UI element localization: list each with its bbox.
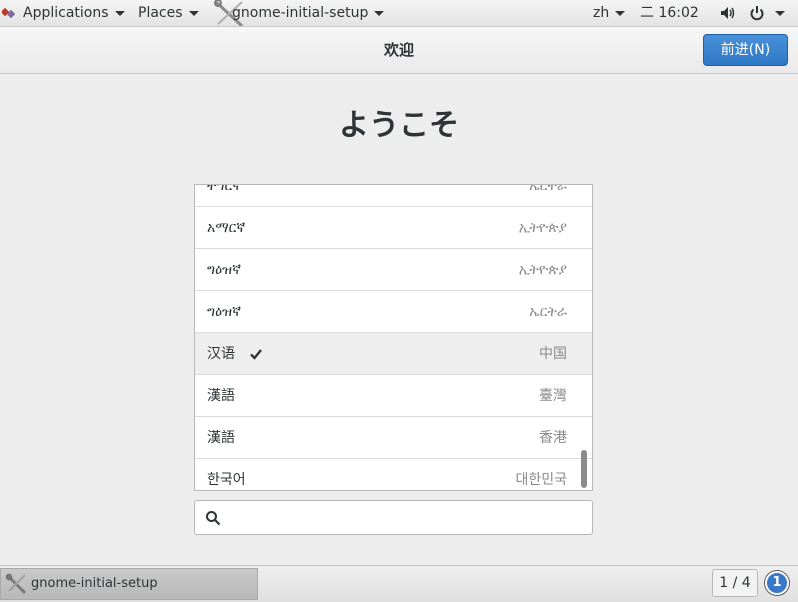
scrollbar-thumb[interactable] xyxy=(581,450,587,488)
language-name: ግዕዝኛ xyxy=(207,304,241,320)
clock[interactable]: 二 16:02 xyxy=(640,0,699,26)
applications-icon xyxy=(2,7,16,19)
language-region: ኢትዮጵያ xyxy=(518,262,567,278)
screen: Applications Places gnome-initial-setup … xyxy=(0,0,798,602)
top-bar: Applications Places gnome-initial-setup … xyxy=(0,0,798,27)
language-row[interactable]: 漢語 香港 xyxy=(195,417,592,459)
workspace-indicator[interactable]: 1 / 4 xyxy=(712,569,758,597)
taskbar-window-button[interactable]: gnome-initial-setup xyxy=(0,568,258,600)
search-input[interactable] xyxy=(229,505,588,532)
header-bar: 欢迎 前进(N) xyxy=(0,27,798,74)
language-region: 香港 xyxy=(539,430,567,446)
applications-menu-label: Applications xyxy=(23,5,109,21)
chevron-down-icon xyxy=(188,10,199,16)
input-method-menu[interactable]: zh xyxy=(593,0,626,26)
page-title: 欢迎 xyxy=(383,41,414,59)
notification-badge[interactable]: 1 xyxy=(765,571,789,595)
language-name: 漢語 xyxy=(207,430,235,446)
clock-label: 二 16:02 xyxy=(640,5,699,21)
language-name: አማርኛ xyxy=(207,220,246,236)
taskbar-window-label: gnome-initial-setup xyxy=(31,576,158,591)
applications-menu[interactable]: Applications xyxy=(23,0,125,26)
language-region: ኤርትራ xyxy=(529,184,567,194)
language-name: 漢語 xyxy=(207,388,235,404)
language-row[interactable]: 汉语 中国 xyxy=(195,333,592,375)
places-menu-label: Places xyxy=(138,5,183,21)
language-row[interactable]: 漢語 臺灣 xyxy=(195,375,592,417)
app-menu-label: gnome-initial-setup xyxy=(232,5,369,21)
language-name: 汉语 xyxy=(207,346,235,362)
volume-icon[interactable] xyxy=(720,5,736,21)
checkmark-icon xyxy=(250,349,262,360)
search-field[interactable] xyxy=(194,500,593,535)
language-region: 中国 xyxy=(539,346,567,362)
language-region: 臺灣 xyxy=(539,388,567,404)
language-name: ትግርኛ xyxy=(207,184,242,194)
places-menu[interactable]: Places xyxy=(138,0,199,26)
language-row[interactable]: ግዕዝኛ ኢትዮጵያ xyxy=(195,249,592,291)
language-row[interactable]: ትግርኛ ኤርትራ xyxy=(195,184,592,207)
power-icon[interactable] xyxy=(749,5,765,21)
language-name: ግዕዝኛ xyxy=(207,262,241,278)
search-icon xyxy=(206,511,221,526)
chevron-down-icon xyxy=(114,10,125,16)
welcome-heading: ようこそ xyxy=(339,108,459,143)
system-menu-chevron-icon[interactable] xyxy=(775,11,785,16)
chevron-down-icon xyxy=(615,10,626,16)
language-name: 한국어 xyxy=(207,472,246,488)
language-row[interactable]: 한국어 대한민국 xyxy=(195,459,592,490)
input-method-label: zh xyxy=(593,5,610,21)
language-rows: ትግርኛ ኤርትራ አማርኛ ኢትዮጵያ ግዕዝኛ ኢትዮጵያ ግዕዝኛ ኤርትራ 汉语 中国漢語… xyxy=(195,184,592,490)
chevron-down-icon xyxy=(374,10,385,16)
app-menu[interactable]: gnome-initial-setup xyxy=(232,0,385,26)
next-button[interactable]: 前进(N) xyxy=(703,34,788,66)
language-row[interactable]: አማርኛ ኢትዮጵያ xyxy=(195,207,592,249)
language-region: ኤርትራ xyxy=(529,304,567,320)
setup-tools-icon xyxy=(5,573,27,595)
language-row[interactable]: ግዕዝኛ ኤርትራ xyxy=(195,291,592,333)
language-region: 대한민국 xyxy=(515,472,567,488)
language-list[interactable]: ትግርኛ ኤርትራ አማርኛ ኢትዮጵያ ግዕዝኛ ኢትዮጵያ ግዕዝኛ ኤርትራ 汉语 中国漢語… xyxy=(194,184,593,491)
taskbar: gnome-initial-setup 1 / 4 1 xyxy=(0,565,798,602)
language-region: ኢትዮጵያ xyxy=(518,220,567,236)
